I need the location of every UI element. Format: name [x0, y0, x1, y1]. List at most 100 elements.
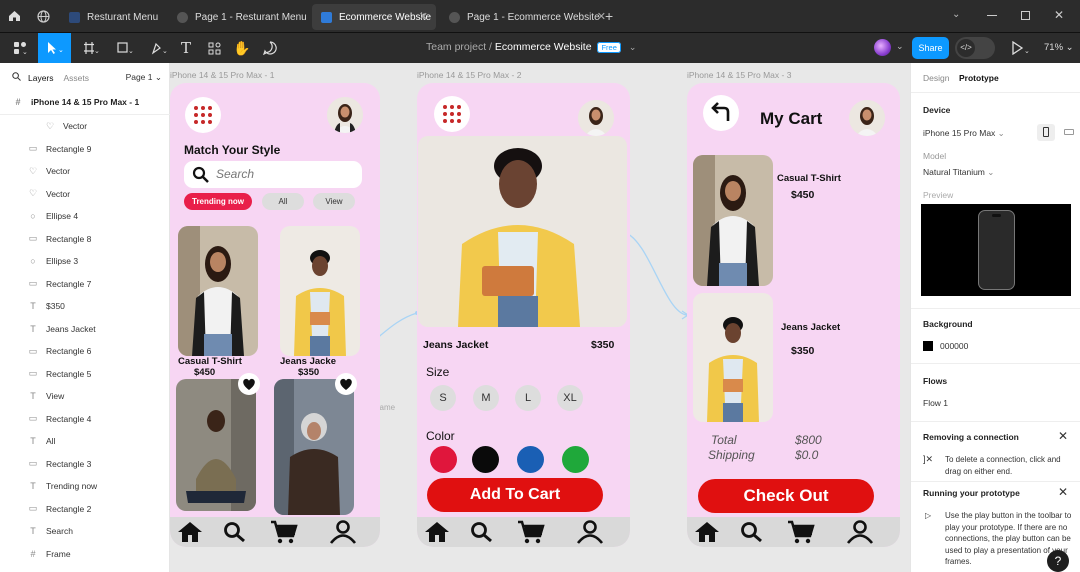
restore-icon[interactable] [1021, 11, 1030, 20]
background-swatch[interactable] [923, 341, 933, 351]
layer-item[interactable]: T All [0, 430, 170, 452]
layer-item[interactable]: ▭ Rectangle 7 [0, 273, 170, 295]
user-icon[interactable] [575, 520, 605, 547]
tab-design[interactable]: Design [923, 73, 949, 83]
help-button[interactable]: ? [1047, 550, 1069, 572]
layer-item[interactable]: T Jeans Jacket [0, 318, 170, 340]
layer-item[interactable]: T View [0, 385, 170, 407]
chevron-down-icon[interactable]: ⌄ [952, 9, 960, 20]
chip-all[interactable]: All [262, 193, 304, 210]
size-m-button[interactable]: M [473, 385, 499, 411]
avatar[interactable] [874, 39, 891, 56]
color-swatch-black[interactable] [472, 446, 499, 473]
tab-resturant-menu[interactable]: Resturant Menu [60, 4, 165, 30]
wishlist-button[interactable] [238, 373, 260, 395]
wishlist-button[interactable] [335, 373, 357, 395]
cart-item-image[interactable] [693, 293, 773, 422]
layer-item[interactable]: ♡ Vector [0, 183, 170, 205]
product-image-3[interactable] [176, 379, 256, 511]
frame-layer[interactable]: # iPhone 14 & 15 Pro Max - 1 [0, 91, 170, 113]
layer-item[interactable]: ▭ Rectangle 4 [0, 408, 170, 430]
cart-icon[interactable] [787, 520, 815, 547]
device-select[interactable]: iPhone 15 Pro Max ⌄ [923, 128, 1005, 139]
zoom-level[interactable]: 71% ⌄ [1044, 42, 1074, 53]
resources-icon[interactable] [204, 33, 224, 63]
size-l-button[interactable]: L [515, 385, 541, 411]
shape-tool-icon[interactable]: ⌄ [111, 33, 139, 63]
portrait-toggle[interactable] [1037, 124, 1055, 141]
layer-item[interactable]: ○ Ellipse 4 [0, 205, 170, 227]
search-icon[interactable] [222, 520, 248, 547]
frame-tool-icon[interactable]: ⌄ [77, 33, 105, 63]
screen-cart[interactable]: My Cart Casual T-Shirt $450 Jeans Jacket… [687, 83, 900, 547]
back-button[interactable] [703, 95, 739, 131]
close-window-icon[interactable]: ✕ [1054, 8, 1064, 22]
user-icon[interactable] [845, 520, 875, 547]
cart-icon[interactable] [517, 520, 545, 547]
home-icon[interactable] [424, 520, 450, 547]
file-name[interactable]: Ecommerce Website [495, 41, 592, 53]
product-image-jeans-jacket[interactable] [280, 226, 360, 356]
search-input[interactable]: Search [216, 167, 254, 181]
menu-button[interactable] [434, 96, 470, 132]
product-image-4[interactable] [274, 379, 354, 515]
dev-mode-toggle[interactable]: </> [955, 37, 995, 59]
layer-item[interactable]: ▭ Rectangle 5 [0, 363, 170, 385]
profile-avatar[interactable] [327, 97, 363, 133]
chevron-down-icon[interactable]: ⌄ [896, 41, 904, 52]
tab-layers[interactable]: Layers [28, 73, 54, 83]
product-hero-image[interactable] [418, 136, 627, 327]
color-swatch-red[interactable] [430, 446, 457, 473]
canvas[interactable]: iPhone 14 & 15 Pro Max - 1 iPhone 14 & 1… [170, 63, 910, 572]
comment-tool-icon[interactable] [260, 33, 280, 63]
size-s-button[interactable]: S [430, 385, 456, 411]
cart-icon[interactable] [270, 520, 298, 547]
close-tab-icon[interactable]: ✕ [419, 10, 428, 23]
new-tab-icon[interactable]: + [605, 8, 613, 24]
profile-avatar[interactable] [849, 100, 885, 136]
close-icon[interactable]: ✕ [1058, 429, 1068, 443]
add-to-cart-button[interactable]: Add To Cart [427, 478, 603, 512]
search-icon[interactable] [739, 520, 765, 547]
layer-item[interactable]: ♡ Vector [0, 160, 170, 182]
hand-tool-icon[interactable]: ✋ [232, 33, 252, 63]
layer-item[interactable]: # Frame [0, 543, 170, 565]
text-tool-icon[interactable]: T [176, 33, 196, 63]
search-icon[interactable] [12, 72, 21, 83]
checkout-button[interactable]: Check Out [698, 479, 874, 513]
tab-prototype[interactable]: Prototype [959, 73, 999, 83]
home-icon[interactable] [8, 10, 21, 22]
tab-page-1-resturant-menu[interactable]: Page 1 - Resturant Menu [168, 4, 308, 30]
layer-item[interactable]: ▭ Rectangle 9 [0, 138, 170, 160]
layer-item[interactable]: ▭ Rectangle 3 [0, 453, 170, 475]
color-swatch-green[interactable] [562, 446, 589, 473]
tab-assets[interactable]: Assets [64, 73, 90, 83]
layer-item[interactable]: T $350 [0, 295, 170, 317]
page-selector[interactable]: Page 1 ⌄ [126, 72, 162, 83]
layer-item[interactable]: ♡ Vector [0, 115, 170, 137]
layer-item[interactable]: ▭ Rectangle 2 [0, 498, 170, 520]
background-value[interactable]: 000000 [940, 341, 968, 351]
home-icon[interactable] [177, 520, 203, 547]
layer-item[interactable]: T Search [0, 520, 170, 542]
cart-item-image[interactable] [693, 155, 773, 286]
move-tool-icon[interactable]: ⌄ [38, 33, 71, 63]
present-play-icon[interactable]: ⌄ [1012, 40, 1030, 58]
chevron-down-icon[interactable]: ⌄ [629, 42, 637, 52]
tab-ecommerce-website[interactable]: Ecommerce Website ✕ [312, 4, 436, 30]
user-icon[interactable] [328, 520, 358, 547]
minimize-icon[interactable] [987, 15, 997, 16]
layer-item[interactable]: ▭ Rectangle 6 [0, 340, 170, 362]
size-xl-button[interactable]: XL [557, 385, 583, 411]
layer-item[interactable]: ▭ Rectangle 8 [0, 228, 170, 250]
layer-item[interactable]: T Trending now [0, 475, 170, 497]
screen-home[interactable]: Match Your Style Search Trending now All… [170, 83, 380, 547]
close-icon[interactable]: ✕ [1058, 485, 1068, 499]
search-bar[interactable]: Search [184, 161, 362, 188]
main-menu-icon[interactable]: ⌄ [6, 33, 36, 63]
project-name[interactable]: Team project [426, 41, 486, 53]
chip-view[interactable]: View [313, 193, 355, 210]
home-icon[interactable] [694, 520, 720, 547]
globe-icon[interactable] [37, 10, 50, 23]
search-icon[interactable] [469, 520, 495, 547]
